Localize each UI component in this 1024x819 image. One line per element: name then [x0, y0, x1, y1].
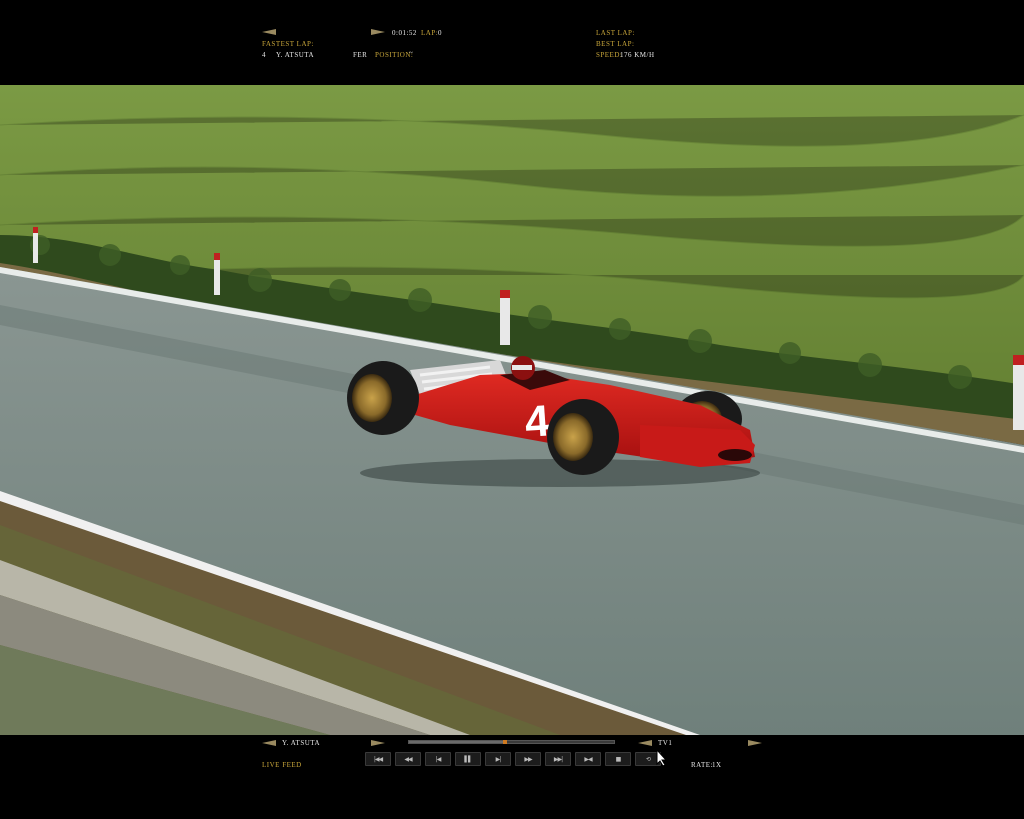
prev-camera-arrow-icon[interactable]	[638, 740, 652, 746]
speed-value: 176 km/h	[620, 51, 655, 59]
selected-driver: Y. Atsuta	[282, 739, 321, 747]
team-name: FER	[353, 51, 368, 59]
prev-car-arrow-icon[interactable]	[262, 740, 276, 746]
pause-button[interactable]: ▌▌	[455, 752, 481, 766]
position-value: ~	[409, 49, 414, 57]
replay-scrubber-handle[interactable]	[503, 740, 508, 744]
replay-progress-fill	[409, 741, 506, 743]
lap-value: 0	[438, 29, 442, 37]
mouse-cursor-icon	[656, 749, 668, 767]
driver-number: 4	[262, 51, 266, 59]
top-hud: Fastest Lap: 4 Y. Atsuta FER Position: ~…	[0, 0, 1024, 85]
feed-label: Live Feed	[262, 761, 302, 769]
driver-name: Y. Atsuta	[276, 51, 315, 59]
prev-driver-arrow-icon[interactable]	[262, 29, 276, 35]
step-forward-button[interactable]: ▶|	[485, 752, 511, 766]
best-lap-label: Best Lap:	[596, 40, 635, 48]
rewind-button[interactable]: ◀◀	[395, 752, 421, 766]
camera-name: TV1	[658, 739, 673, 747]
rate-value: 1x	[712, 761, 722, 769]
rate-label: Rate:	[691, 761, 713, 769]
skip-to-start-button[interactable]: |◀◀	[365, 752, 391, 766]
last-lap-label: Last Lap:	[596, 29, 635, 37]
skip-to-end-button[interactable]: ▶▶|	[545, 752, 571, 766]
nose-intake	[718, 449, 752, 461]
bottom-hud	[0, 735, 1024, 819]
replay-controls: |◀◀ ◀◀ |◀ ▌▌ ▶| ▶▶ ▶▶| ▶◀ ■ ⟲	[365, 752, 665, 770]
fast-forward-button[interactable]: ▶▶	[515, 752, 541, 766]
next-driver-arrow-icon[interactable]	[371, 29, 385, 35]
step-back-button[interactable]: |◀	[425, 752, 451, 766]
track-view: 4	[0, 85, 1024, 735]
next-camera-arrow-icon[interactable]	[748, 740, 762, 746]
race-scene: 4	[0, 85, 1024, 735]
lap-label: Lap:	[421, 29, 439, 37]
slow-motion-button[interactable]: ▶◀	[575, 752, 601, 766]
replay-timeline[interactable]	[408, 740, 615, 744]
stop-button[interactable]: ■	[605, 752, 631, 766]
position-label: Position:	[375, 51, 414, 59]
fastest-lap-label: Fastest Lap:	[262, 40, 314, 48]
next-car-arrow-icon[interactable]	[371, 740, 385, 746]
speed-label: Speed:	[596, 51, 623, 59]
session-time: 0:01:52	[392, 29, 417, 37]
